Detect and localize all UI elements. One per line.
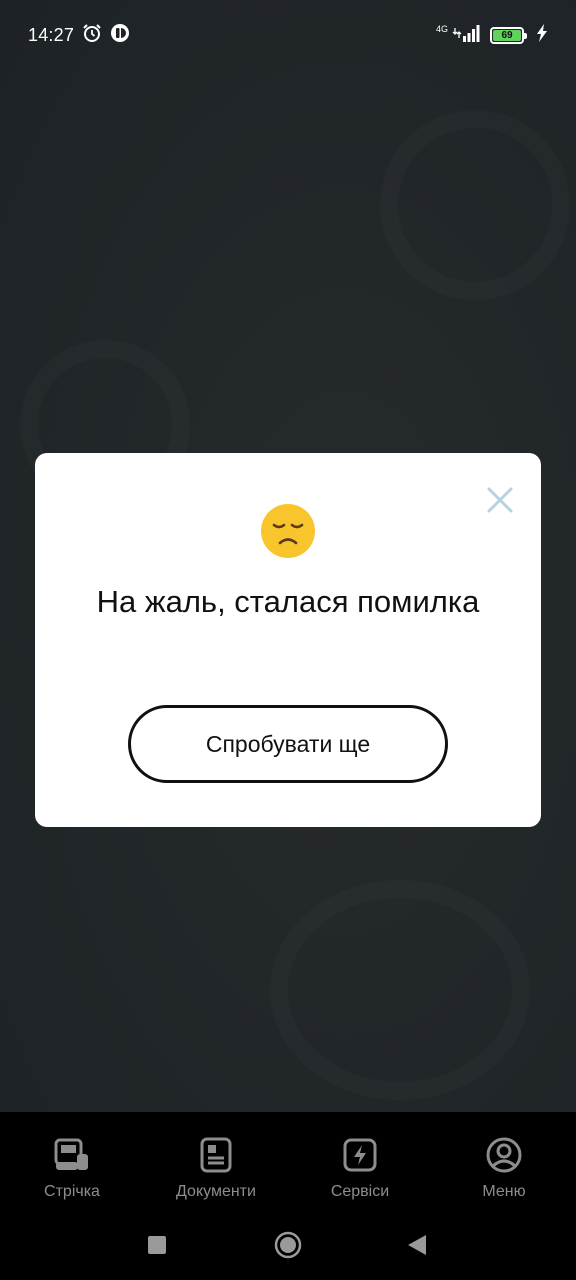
retry-button[interactable]: Спробувати ще	[128, 705, 448, 783]
dialog-title: На жаль, сталася помилка	[96, 584, 480, 619]
status-bar: 14:27 4G 69	[0, 0, 576, 70]
charging-icon	[536, 23, 548, 47]
error-dialog: 😞 На жаль, сталася помилка Спробувати ще	[35, 453, 541, 827]
alarm-icon	[82, 23, 102, 48]
home-icon[interactable]	[274, 1231, 302, 1264]
battery-icon: 69	[490, 26, 527, 44]
nav-label: Стрічка	[44, 1183, 100, 1200]
decorative-ring	[380, 110, 570, 300]
services-icon	[341, 1136, 379, 1179]
status-left: 14:27	[28, 23, 130, 48]
network-type: 4G	[435, 24, 448, 34]
nav-label: Сервіси	[330, 1183, 390, 1200]
nav-item-feed[interactable]: Стрічка	[0, 1112, 144, 1208]
nav-item-services[interactable]: Сервіси	[288, 1112, 432, 1208]
feed-icon	[53, 1136, 91, 1179]
nav-label: Меню	[482, 1183, 526, 1200]
sad-face-emoji	[35, 503, 541, 564]
back-icon[interactable]	[408, 1235, 426, 1260]
battery-level: 69	[501, 29, 513, 41]
status-time: 14:27	[28, 24, 75, 45]
battery-fill: 69	[493, 29, 521, 41]
nav-item-documents[interactable]: Документи	[144, 1112, 288, 1208]
profile-icon	[485, 1136, 523, 1179]
documents-icon	[197, 1136, 235, 1179]
status-right: 4G 69	[435, 23, 548, 47]
system-nav-bar	[0, 1208, 576, 1280]
signal-icon	[452, 24, 482, 47]
nav-label: Документи	[176, 1183, 256, 1200]
nav-item-menu[interactable]: Меню	[432, 1112, 576, 1208]
app-notification-icon	[110, 23, 130, 48]
bottom-nav: Стрічка Документи Сервіси Меню	[0, 1112, 576, 1208]
decorative-ring	[270, 880, 530, 1100]
recents-icon[interactable]	[148, 1236, 166, 1259]
